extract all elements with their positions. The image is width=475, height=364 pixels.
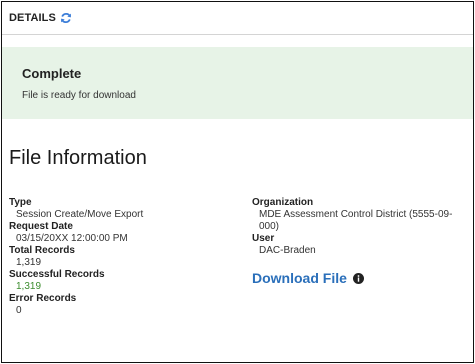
request-date-value: 03/15/20XX 12:00:00 PM bbox=[16, 233, 128, 244]
user-label: User bbox=[252, 233, 275, 244]
file-information-heading: File Information bbox=[9, 147, 147, 169]
successful-records-label: Successful Records bbox=[9, 269, 105, 280]
error-records-label: Error Records bbox=[9, 293, 77, 304]
details-title: DETAILS bbox=[9, 12, 56, 24]
type-value: Session Create/Move Export bbox=[16, 209, 144, 220]
request-date-label: Request Date bbox=[9, 221, 73, 232]
file-info-right-column: Organization MDE Assessment Control Dist… bbox=[252, 197, 470, 285]
successful-records-value: 1,319 bbox=[16, 281, 42, 292]
organization-label: Organization bbox=[252, 197, 314, 208]
status-message: File is ready for download bbox=[22, 90, 136, 101]
download-file-link[interactable]: Download File bbox=[252, 271, 470, 285]
organization-value-line2: 000) bbox=[259, 221, 280, 232]
details-panel: DETAILS Complete File is ready for downl… bbox=[1, 1, 474, 363]
file-info-left-column: Type Session Create/Move Export Request … bbox=[9, 197, 239, 317]
download-file-label[interactable]: Download File bbox=[252, 271, 347, 285]
total-records-label: Total Records bbox=[9, 245, 75, 256]
status-banner: Complete File is ready for download bbox=[2, 47, 473, 119]
status-title: Complete bbox=[22, 66, 82, 81]
organization-value-line1: MDE Assessment Control District (5555-09… bbox=[259, 209, 453, 220]
refresh-icon[interactable] bbox=[60, 12, 72, 24]
total-records-value: 1,319 bbox=[16, 257, 42, 268]
info-icon[interactable] bbox=[352, 272, 364, 284]
user-value: DAC-Braden bbox=[259, 245, 316, 256]
error-records-value: 0 bbox=[16, 305, 22, 316]
type-label: Type bbox=[9, 197, 32, 208]
details-header: DETAILS bbox=[2, 2, 473, 35]
